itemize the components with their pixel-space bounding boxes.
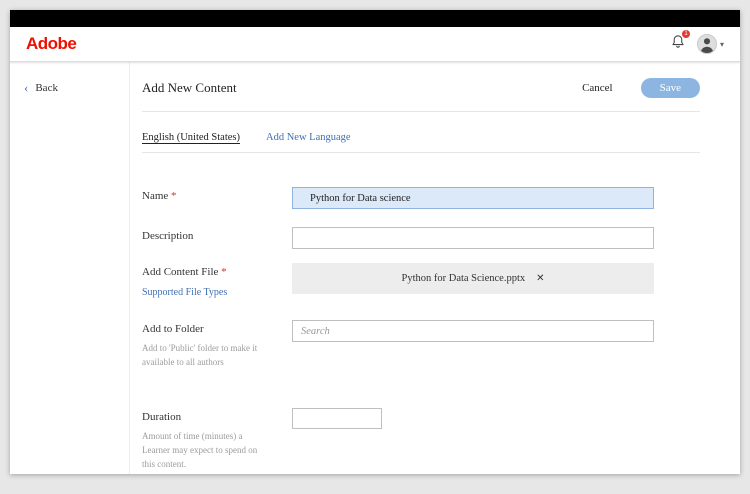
back-chevron-icon: ‹ [24, 80, 29, 95]
required-mark: * [171, 190, 177, 202]
folder-label: Add to Folder [142, 323, 204, 335]
tab-add-new-language[interactable]: Add New Language [266, 132, 351, 143]
folder-search-input[interactable] [292, 320, 654, 342]
content-file-row: Add Content File * Supported File Types … [142, 263, 700, 298]
uploaded-file-name: Python for Data Science.pptx [401, 273, 526, 284]
name-input[interactable] [292, 187, 654, 209]
page-header: Add New Content Cancel Save [142, 62, 700, 112]
duration-helper-text: Amount of time (minutes) a Learner may e… [142, 430, 258, 469]
notification-badge: 1 [681, 30, 690, 38]
remove-file-icon[interactable]: ✕ [536, 273, 544, 284]
app-window: Adobe 1 ▾ ‹ Back Add New Content Cancel … [10, 10, 740, 474]
name-label: Name * [142, 190, 177, 202]
header-actions: 1 ▾ [671, 30, 724, 54]
folder-row: Add to Folder Add to 'Public' folder to … [142, 320, 700, 370]
chevron-down-icon: ▾ [719, 39, 724, 49]
cancel-button[interactable]: Cancel [582, 82, 613, 94]
duration-row: Duration Amount of time (minutes) a Lear… [142, 407, 700, 472]
description-input[interactable] [292, 227, 654, 249]
top-black-bar [10, 10, 740, 27]
back-button[interactable]: ‹ Back [24, 80, 115, 95]
user-menu[interactable]: ▾ [696, 34, 724, 54]
main-panel: Add New Content Cancel Save English (Uni… [130, 62, 740, 474]
adobe-logo[interactable]: Adobe [26, 34, 77, 54]
description-row: Description [142, 227, 700, 249]
notification-bell-icon [671, 35, 685, 53]
back-label: Back [35, 82, 58, 94]
content-body: ‹ Back Add New Content Cancel Save Engli… [10, 62, 740, 474]
description-label: Description [142, 230, 194, 242]
avatar [696, 34, 717, 54]
save-button[interactable]: Save [640, 78, 700, 98]
app-header: Adobe 1 ▾ [10, 27, 740, 62]
uploaded-file-chip: Python for Data Science.pptx ✕ [292, 263, 654, 294]
duration-input[interactable] [292, 407, 382, 429]
page-title: Add New Content [142, 80, 237, 95]
tab-english-united-states[interactable]: English (United States) [142, 132, 240, 143]
duration-label: Duration [142, 410, 182, 423]
folder-helper-text: Add to 'Public' folder to make it availa… [142, 343, 258, 367]
name-row: Name * [142, 187, 700, 209]
sidebar: ‹ Back [10, 62, 130, 474]
add-content-form: Name * Description [142, 187, 700, 474]
content-file-label: Add Content File * [142, 266, 227, 278]
supported-file-types-link[interactable]: Supported File Types [142, 287, 266, 298]
notifications-button[interactable]: 1 [671, 30, 690, 54]
required-mark: * [221, 266, 227, 278]
language-tabs: English (United States) Add New Language [142, 132, 700, 153]
